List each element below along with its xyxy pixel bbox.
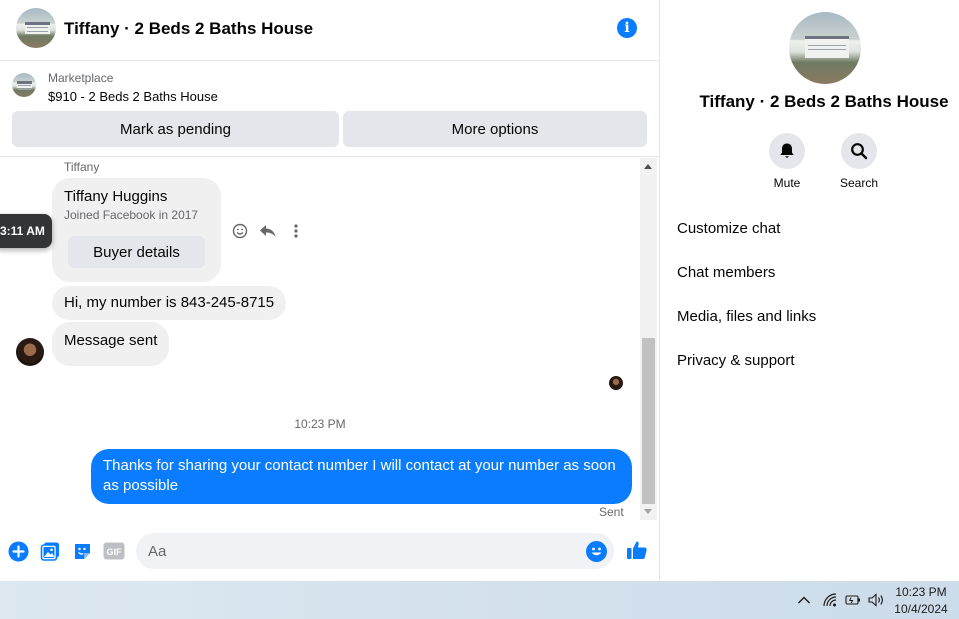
incoming-message[interactable]: Message sent [52, 322, 170, 366]
thumbs-up-icon[interactable] [626, 539, 648, 561]
message-input[interactable] [136, 533, 614, 569]
incoming-message[interactable]: Hi, my number is 843-245-8715 [52, 286, 287, 320]
plus-icon[interactable] [7, 540, 29, 562]
listing-title[interactable]: $910 - 2 Beds 2 Baths House [48, 89, 218, 104]
bell-icon[interactable] [769, 133, 805, 169]
mute-button[interactable]: Mute [757, 133, 817, 190]
chat-header: Tiffany · 2 Beds 2 Baths House i [0, 0, 659, 61]
listing-avatar[interactable] [16, 8, 56, 48]
clock-date[interactable]: 10/4/2024 [888, 602, 954, 616]
details-avatar[interactable] [789, 12, 861, 84]
chat-panel: Tiffany · 2 Beds 2 Baths House i Marketp… [0, 0, 660, 581]
scroll-down-arrow-icon[interactable] [644, 509, 652, 514]
composer-bar: GIF [0, 527, 659, 575]
emoji-icon[interactable] [586, 541, 607, 562]
clock-time[interactable]: 10:23 PM [888, 585, 954, 599]
svg-text:GIF: GIF [107, 547, 123, 557]
sender-avatar[interactable] [16, 338, 44, 366]
windows-taskbar: 10:23 PM 10/4/2024 [0, 581, 959, 619]
more-vertical-icon[interactable] [287, 222, 305, 240]
menu-chat-members[interactable]: Chat members [677, 264, 775, 281]
listing-thumbnail[interactable] [12, 73, 36, 97]
chat-scrollbar[interactable] [640, 158, 657, 520]
menu-media-files-links[interactable]: Media, files and links [677, 308, 816, 325]
buyer-details-button[interactable]: Buyer details [68, 236, 205, 268]
message-actions [231, 221, 305, 241]
message-time-tooltip: 3:11 AM [0, 214, 52, 248]
info-icon[interactable]: i [617, 18, 637, 38]
buyer-joined-text: Joined Facebook in 2017 [64, 208, 199, 222]
marketplace-label: Marketplace [48, 71, 114, 85]
chevron-up-icon[interactable] [796, 591, 812, 609]
reply-icon[interactable] [259, 222, 277, 240]
outgoing-message[interactable]: Thanks for sharing your contact number I… [91, 449, 632, 504]
search-icon[interactable] [841, 133, 877, 169]
seen-receipt-avatar [609, 376, 623, 390]
buyer-name: Tiffany Huggins [64, 188, 168, 205]
gif-icon[interactable]: GIF [103, 540, 125, 562]
menu-customize-chat[interactable]: Customize chat [677, 220, 780, 237]
photo-icon[interactable] [39, 540, 61, 562]
marketplace-banner: Marketplace $910 - 2 Beds 2 Baths House … [0, 61, 659, 157]
buyer-card: Tiffany Huggins Joined Facebook in 2017 … [52, 178, 221, 282]
menu-privacy-support[interactable]: Privacy & support [677, 352, 795, 369]
search-button[interactable]: Search [829, 133, 889, 190]
search-label: Search [839, 176, 879, 190]
scroll-up-arrow-icon[interactable] [644, 164, 652, 169]
scroll-thumb[interactable] [642, 338, 655, 504]
message-status: Sent [599, 505, 624, 519]
volume-icon[interactable] [867, 591, 885, 609]
more-options-button[interactable]: More options [343, 111, 647, 147]
sticker-icon[interactable] [71, 540, 93, 562]
details-title: Tiffany · 2 Beds 2 Baths House [699, 92, 949, 111]
timestamp-divider: 10:23 PM [294, 417, 346, 431]
mute-label: Mute [773, 176, 801, 190]
chat-title[interactable]: Tiffany · 2 Beds 2 Baths House [64, 19, 313, 39]
conversation-details-panel: Tiffany · 2 Beds 2 Baths House Mute Sear… [660, 0, 959, 581]
mark-as-pending-button[interactable]: Mark as pending [12, 111, 339, 147]
wifi-icon[interactable] [821, 591, 839, 609]
sender-name: Tiffany [64, 160, 100, 174]
battery-icon[interactable] [844, 591, 862, 609]
react-icon[interactable] [231, 222, 249, 240]
